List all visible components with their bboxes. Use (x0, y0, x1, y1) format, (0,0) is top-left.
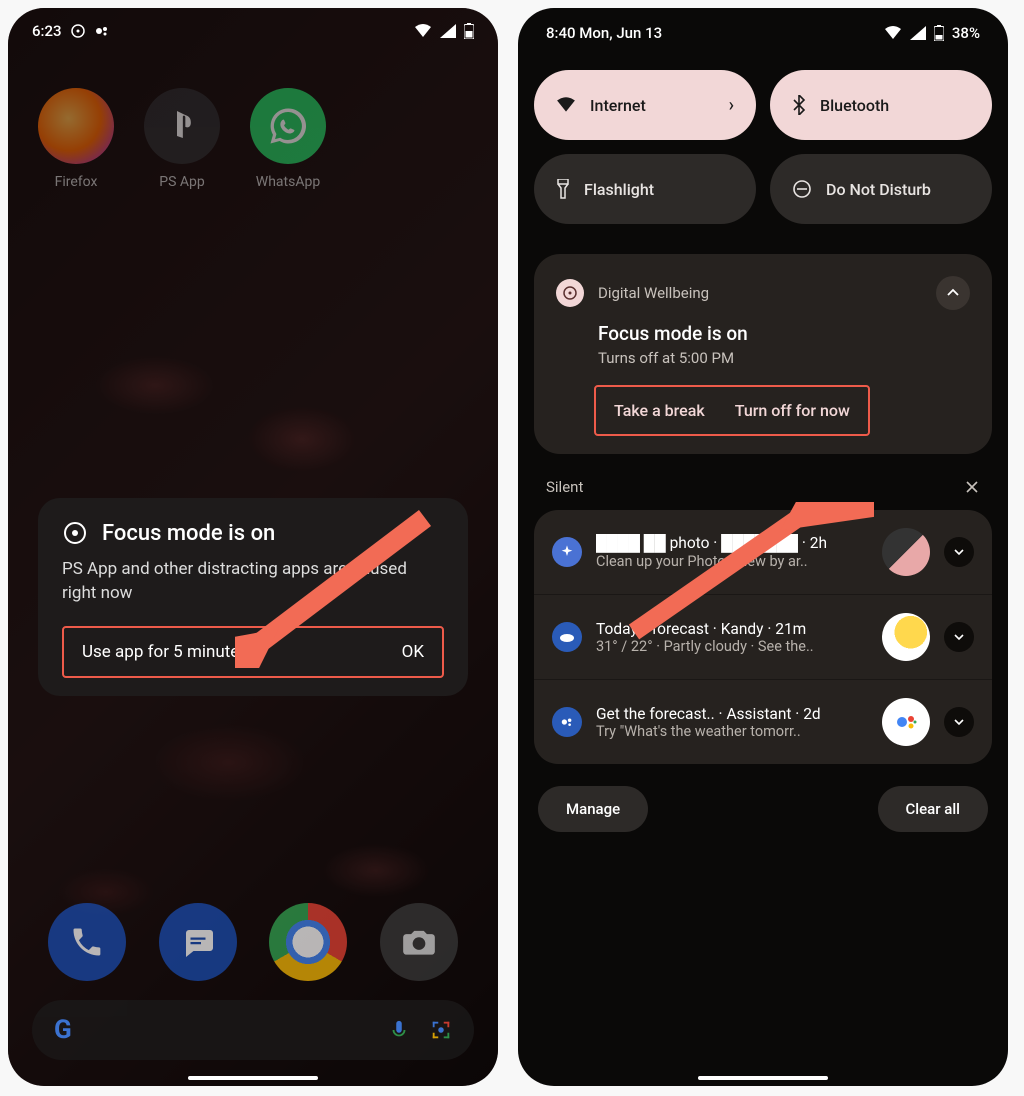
expand-button[interactable] (944, 707, 974, 737)
messages-app-icon[interactable] (159, 903, 237, 981)
google-logo-icon: G (54, 1015, 72, 1045)
focus-mode-notification[interactable]: Digital Wellbeing Focus mode is on Turns… (534, 254, 992, 454)
notif-app-name: Digital Wellbeing (598, 284, 709, 302)
photos-app-icon (552, 537, 582, 567)
silent-section-header: Silent (534, 454, 992, 510)
playstation-icon (144, 88, 220, 164)
dialog-title: Focus mode is on (102, 521, 275, 546)
qs-tile-flashlight[interactable]: Flashlight (534, 154, 756, 224)
notif-title: Focus mode is on (598, 322, 970, 345)
lens-icon[interactable] (430, 1019, 452, 1041)
shade-bottom-actions: Manage Clear all (534, 786, 992, 832)
dialog-actions-highlight: Use app for 5 minutes OK (62, 626, 444, 678)
do-not-disturb-icon (792, 179, 812, 199)
battery-percent: 38% (952, 24, 980, 42)
weather-thumbnail-icon (882, 613, 930, 661)
notif-actions-highlight: Take a break Turn off for now (594, 385, 870, 436)
wifi-icon (556, 97, 576, 113)
focus-mode-dialog: Focus mode is on PS App and other distra… (38, 498, 468, 696)
battery-icon (464, 23, 474, 39)
silent-notification-list: ████ ██ photo · ███████ · 2h Clean up yo… (534, 510, 992, 764)
notif-item-assistant[interactable]: Get the forecast.. · Assistant · 2d Try … (534, 680, 992, 764)
use-app-5min-button[interactable]: Use app for 5 minutes (82, 642, 248, 662)
expand-button[interactable] (944, 537, 974, 567)
notif-thumbnail (882, 528, 930, 576)
notif-subtitle: Turns off at 5:00 PM (598, 349, 970, 367)
weather-app-icon (552, 622, 582, 652)
whatsapp-icon (250, 88, 326, 164)
collapse-button[interactable] (936, 276, 970, 310)
app-shortcut-psapp[interactable]: PS App (144, 88, 220, 190)
assistant-icon (94, 23, 110, 39)
camera-app-icon[interactable] (380, 903, 458, 981)
assistant-app-icon (552, 707, 582, 737)
phone-left-homescreen: 6:23 Firefox (8, 8, 498, 1086)
status-bar: 8:40 Mon, Jun 13 38% (534, 8, 992, 50)
google-search-bar[interactable]: G (32, 1000, 474, 1060)
phone-app-icon[interactable] (48, 903, 126, 981)
cell-signal-icon (910, 26, 926, 40)
home-dock (8, 903, 498, 981)
qs-tile-bluetooth[interactable]: Bluetooth (770, 70, 992, 140)
chevron-right-icon: › (729, 95, 734, 116)
dialog-body: PS App and other distracting apps are pa… (62, 558, 444, 606)
notif-item-weather[interactable]: Today's forecast · Kandy · 21m 31° / 22°… (534, 595, 992, 680)
app-shortcut-firefox[interactable]: Firefox (38, 88, 114, 190)
gesture-nav-handle[interactable] (698, 1076, 828, 1080)
notif-item-photos[interactable]: ████ ██ photo · ███████ · 2h Clean up yo… (534, 510, 992, 595)
manage-button[interactable]: Manage (538, 786, 648, 832)
assistant-thumbnail-icon (882, 698, 930, 746)
focus-mode-icon (70, 23, 86, 39)
take-a-break-button[interactable]: Take a break (614, 401, 705, 420)
status-time: 6:23 (32, 22, 62, 40)
status-time-date: 8:40 Mon, Jun 13 (546, 24, 662, 42)
digital-wellbeing-icon (556, 279, 584, 307)
chrome-app-icon[interactable] (269, 903, 347, 981)
turn-off-now-button[interactable]: Turn off for now (735, 401, 850, 420)
focus-mode-icon (62, 520, 88, 546)
quick-settings-grid: Internet › Bluetooth Flashlight Do Not D… (534, 70, 992, 224)
phone-right-notification-shade: 8:40 Mon, Jun 13 38% Internet › Bluetoot… (518, 8, 1008, 1086)
flashlight-icon (556, 179, 570, 199)
status-bar: 6:23 (8, 8, 498, 48)
close-silent-icon[interactable] (964, 479, 980, 495)
wifi-icon (414, 24, 432, 38)
ok-button[interactable]: OK (402, 642, 424, 662)
firefox-icon (38, 88, 114, 164)
wifi-icon (884, 26, 902, 40)
app-shortcut-whatsapp[interactable]: WhatsApp (250, 88, 326, 190)
mic-icon[interactable] (388, 1019, 410, 1041)
bluetooth-icon (792, 95, 806, 115)
home-apps-row: Firefox PS App WhatsApp (8, 48, 498, 190)
qs-tile-dnd[interactable]: Do Not Disturb (770, 154, 992, 224)
battery-icon (934, 25, 944, 41)
gesture-nav-handle[interactable] (188, 1076, 318, 1080)
expand-button[interactable] (944, 622, 974, 652)
qs-tile-internet[interactable]: Internet › (534, 70, 756, 140)
cell-signal-icon (440, 24, 456, 38)
clear-all-button[interactable]: Clear all (878, 786, 989, 832)
